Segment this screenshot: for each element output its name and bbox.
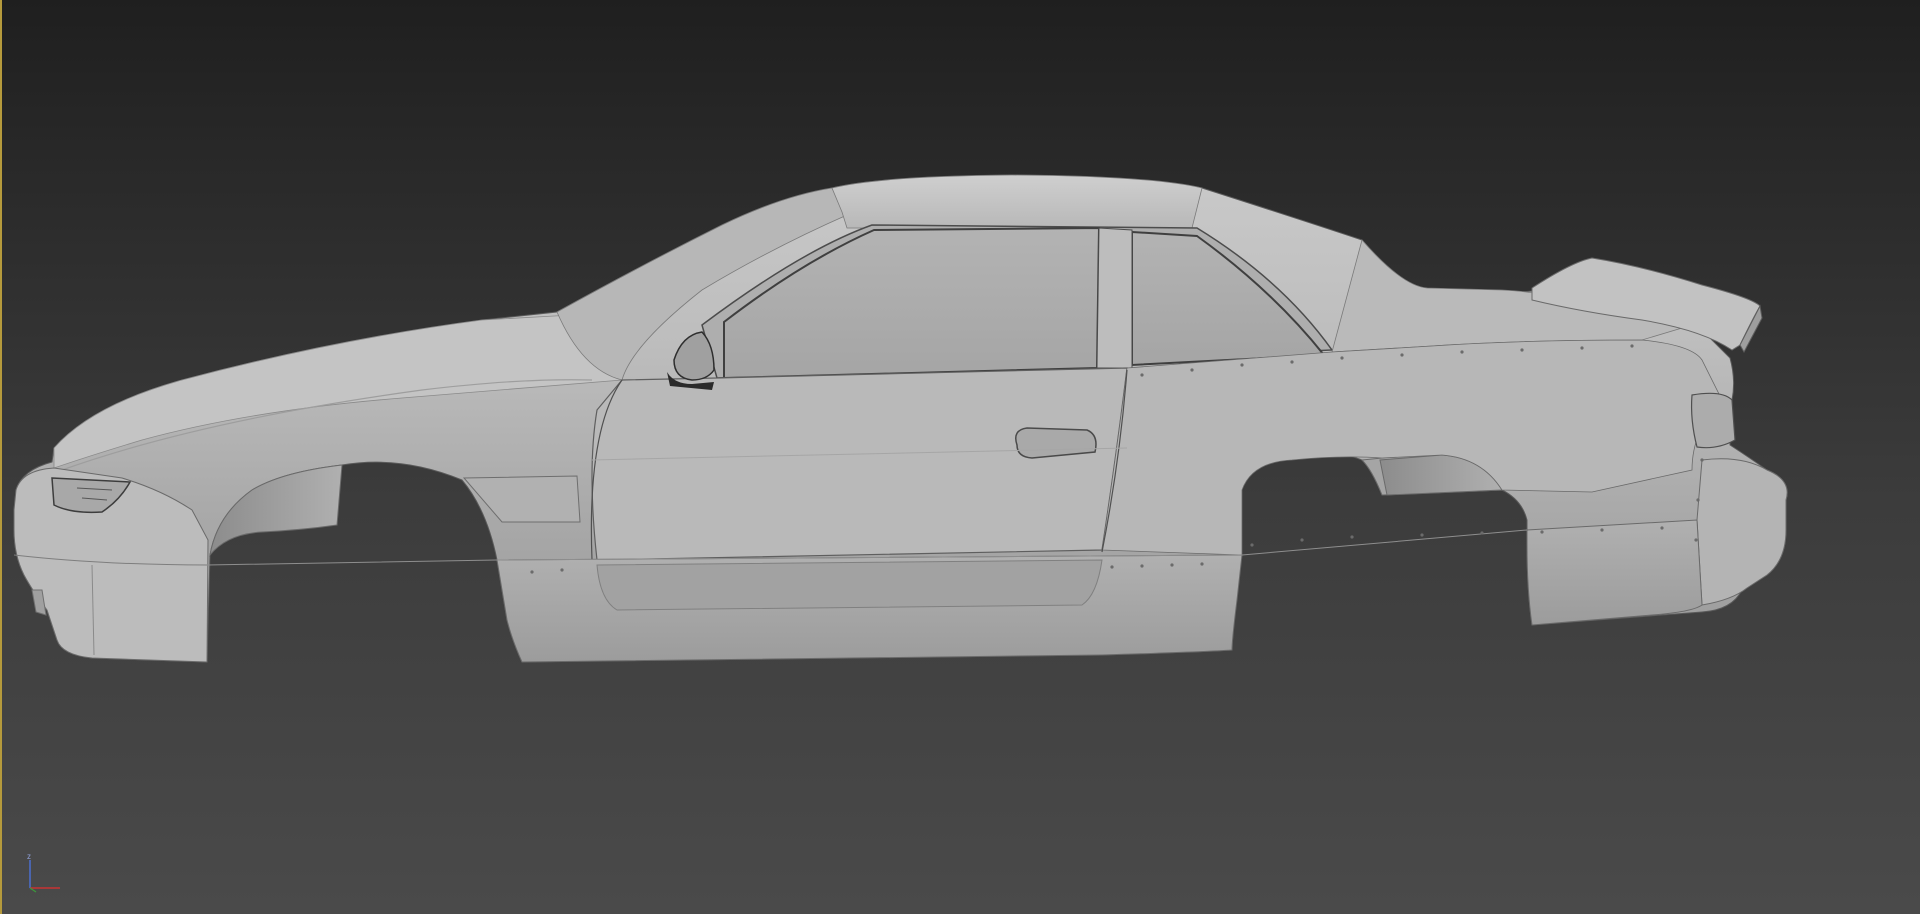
b-pillar: [1096, 227, 1133, 369]
rear-bumper: [1696, 458, 1788, 606]
z-axis-label: z: [27, 852, 31, 861]
door-handle: [1015, 427, 1097, 459]
rear-valance: [1526, 519, 1703, 626]
car-body-model[interactable]: [2, 0, 1920, 914]
door-panel: [591, 367, 1128, 561]
axis-tripod-icon: z: [20, 852, 70, 898]
skirt-recess: [596, 559, 1103, 611]
tail-light: [1690, 392, 1736, 449]
roof-panel: [831, 174, 1203, 229]
3d-viewport[interactable]: z: [0, 0, 1920, 914]
